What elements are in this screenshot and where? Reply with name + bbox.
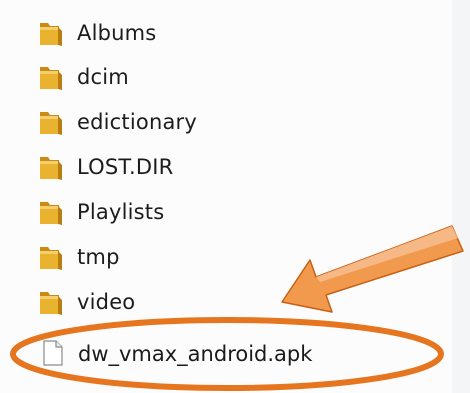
folder-name: video	[77, 290, 136, 314]
list-item-folder-video[interactable]: video	[38, 287, 135, 317]
file-name: dw_vmax_android.apk	[78, 342, 313, 366]
folder-name: LOST.DIR	[77, 155, 174, 179]
list-item-folder-edictionary[interactable]: edictionary	[38, 107, 197, 137]
folder-icon	[40, 292, 62, 315]
list-item-folder-playlists[interactable]: Playlists	[38, 197, 164, 227]
scrollbar-track[interactable]	[452, 0, 470, 393]
folder-name: tmp	[77, 245, 120, 269]
list-item-folder-tmp[interactable]: tmp	[38, 242, 120, 272]
folder-name: edictionary	[77, 110, 197, 134]
list-item-folder-albums[interactable]: Albums	[38, 18, 156, 48]
list-item-folder-lost-dir[interactable]: LOST.DIR	[38, 152, 173, 182]
folder-icon	[40, 23, 62, 46]
file-list: Albums dcim edictionary LOST.DIR Playlis…	[0, 0, 452, 393]
folder-icon	[40, 112, 62, 135]
folder-name: Playlists	[77, 200, 165, 224]
folder-icon	[40, 67, 62, 90]
list-item-folder-dcim[interactable]: dcim	[38, 62, 129, 92]
folder-name: dcim	[77, 65, 129, 89]
file-icon	[43, 340, 63, 366]
folder-icon	[40, 202, 62, 225]
file-explorer-window: Albums dcim edictionary LOST.DIR Playlis…	[0, 0, 470, 393]
list-item-file-apk[interactable]: dw_vmax_android.apk	[0, 333, 452, 375]
folder-name: Albums	[77, 21, 157, 45]
folder-icon	[40, 247, 62, 270]
folder-icon	[40, 157, 62, 180]
